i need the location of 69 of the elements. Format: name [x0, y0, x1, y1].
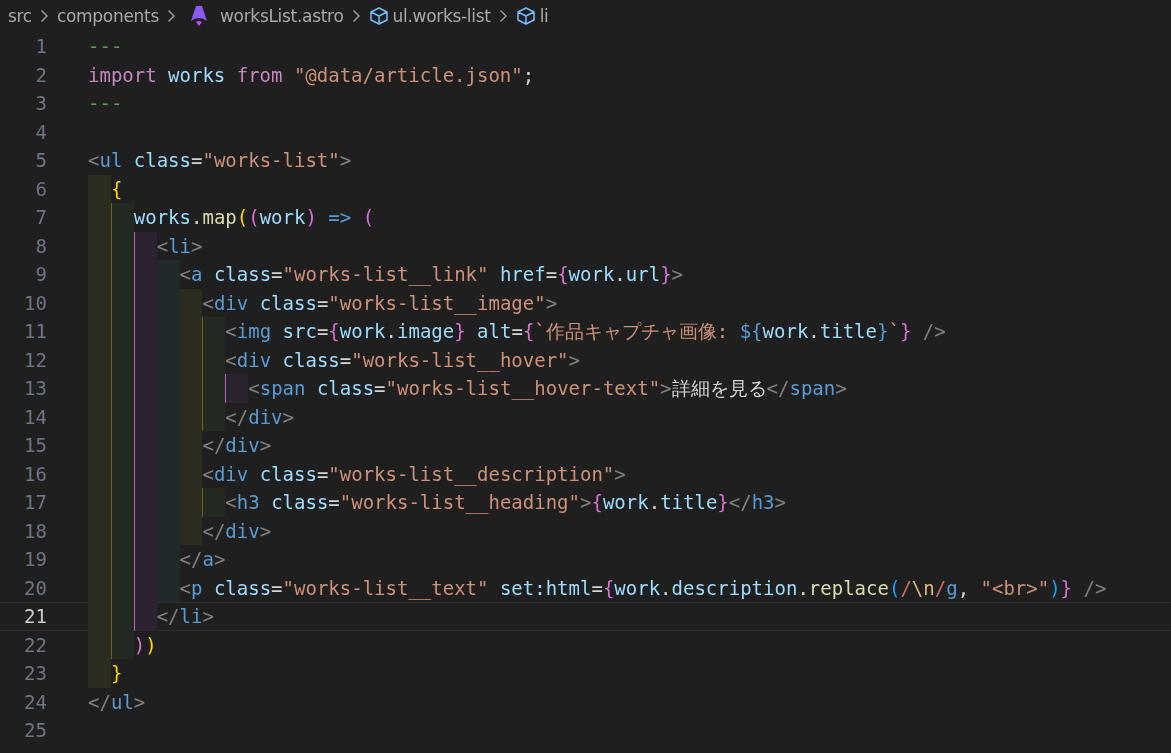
code-line: { [110, 176, 123, 202]
indent-guide [179, 288, 203, 317]
code-line: </ul> [88, 689, 146, 715]
line-number: 22 [23, 633, 47, 656]
indent-guide [133, 231, 157, 260]
code-line: <li> [156, 233, 203, 259]
code-line: <a class="works-list__link" href={work.url}> [179, 262, 684, 288]
line-number: 15 [23, 434, 47, 457]
line-number: 25 [23, 719, 47, 742]
line-number: 12 [23, 348, 47, 371]
line-number: 1 [34, 35, 47, 58]
line-number: 23 [23, 662, 47, 685]
code-line: --- [88, 34, 123, 59]
code-line: <div class="works-list__image"> [202, 290, 558, 317]
cube-icon [368, 6, 389, 26]
code-line: <h3 class="works-list__heading">{work.title}</h3> [225, 490, 786, 516]
code-line: import works from "@data/article.json"; [88, 62, 535, 88]
line-number: 16 [23, 462, 47, 485]
code-line: <img src={work.image} alt={`作品キャプチャ画像: ${work.title}`} /> [225, 319, 946, 344]
code-line: --- [88, 91, 123, 116]
code-line: <span class="works-list__hover-text">詳細を見る</span> [248, 376, 847, 402]
line-number: 20 [23, 576, 47, 599]
rocket-logo-icon [189, 5, 208, 27]
line-number: 8 [34, 234, 47, 257]
indent-guide [88, 659, 111, 688]
line-number: 7 [34, 206, 47, 229]
breadcrumb-item[interactable]: components [56, 6, 159, 26]
breadcrumb-item[interactable]: src [8, 6, 32, 26]
chevron-icon [498, 9, 508, 23]
code-line: </li> [156, 604, 214, 629]
line-number: 4 [34, 120, 47, 143]
chevron-icon [351, 9, 361, 23]
line-number: 18 [23, 519, 47, 542]
code-line: </div> [202, 433, 272, 458]
line-number: 11 [23, 320, 47, 343]
indent-guide [88, 174, 111, 203]
line-number: 13 [23, 377, 47, 400]
chevron-icon [166, 9, 176, 23]
line-number: 21 [23, 605, 47, 628]
code-line: </div> [202, 518, 272, 544]
breadcrumb-item[interactable]: li [539, 6, 549, 26]
code-line: <ul class="works-list"> [88, 148, 352, 173]
breadcrumb-item[interactable]: worksList.astro [219, 6, 344, 26]
cube-icon [515, 6, 536, 26]
code-line: <div class="works-list__description"> [202, 461, 626, 488]
indent-guide [225, 374, 249, 403]
breadcrumb-item[interactable]: ul.works-list [392, 6, 491, 26]
line-number: 9 [34, 263, 47, 286]
line-number: 2 [34, 63, 47, 86]
line-number: 24 [23, 690, 47, 713]
line-number: 19 [23, 548, 47, 571]
line-number: 6 [34, 177, 47, 200]
line-number: 17 [23, 491, 47, 514]
code-line: works.map((work) => ( [133, 205, 375, 230]
code-line: <p class="works-list__text" set:html={work.description.replace(/\n/g, "<br>")} /> [179, 575, 1107, 602]
line-number: 3 [34, 92, 47, 115]
line-number: 10 [23, 291, 47, 314]
code-line: )) [133, 632, 157, 658]
code-line: </div> [225, 404, 294, 430]
code-line: </a> [179, 547, 226, 572]
indent-guide [202, 402, 226, 431]
chevron-icon [39, 9, 49, 23]
line-number: 5 [34, 149, 47, 172]
code-line: } [110, 661, 123, 686]
code-line: <div class="works-list__hover"> [225, 347, 580, 374]
indent-guide [202, 317, 226, 346]
indent-guide [110, 203, 134, 232]
line-number: 14 [23, 405, 47, 428]
indent-guide [202, 488, 226, 517]
